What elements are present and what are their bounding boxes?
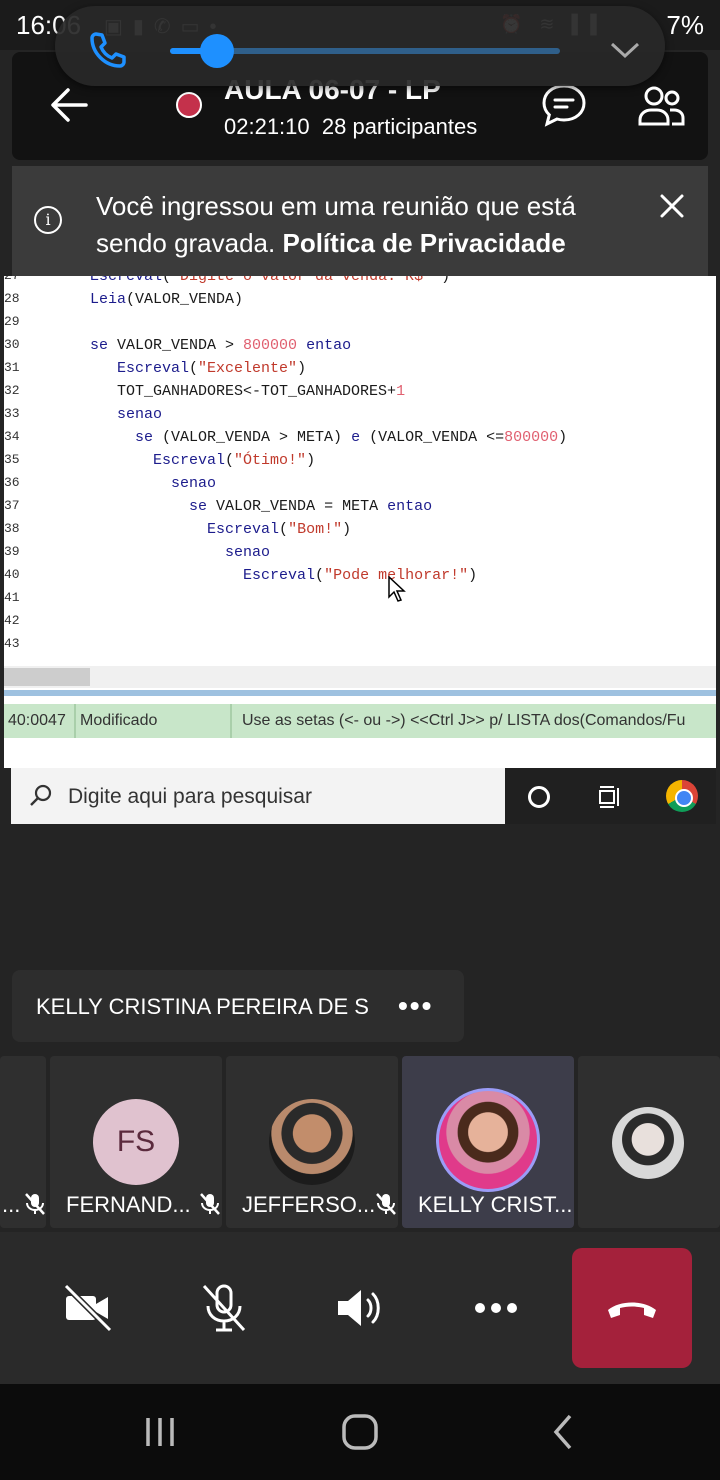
code-text: senao (225, 544, 271, 561)
line-number: 31 (4, 360, 20, 375)
code-text: se VALOR_VENDA > 800000 entao (90, 337, 352, 354)
presenter-name: KELLY CRISTINA PEREIRA DE S (36, 994, 369, 1019)
mic-off-icon (200, 1193, 220, 1215)
back-icon[interactable] (548, 1412, 578, 1452)
back-arrow-icon[interactable] (46, 82, 92, 128)
line-number: 27 (4, 276, 24, 283)
code-text: senao (117, 406, 163, 423)
close-icon[interactable] (656, 190, 688, 222)
mic-off-icon[interactable] (196, 1280, 252, 1336)
code-text: senao (171, 475, 217, 492)
code-text: Escreval("Digite o valor da venda: R$ ") (90, 276, 451, 285)
code-text: Escreval("Bom!") (207, 521, 352, 538)
avatar-initials: FS (93, 1099, 179, 1185)
participants-icon[interactable] (636, 82, 686, 128)
cursor-position: 40:0047 (4, 704, 76, 738)
code-text: Escreval("Pode melhorar!") (243, 567, 478, 584)
line-number: 42 (4, 613, 20, 628)
participant-name: FERNAND... (66, 1192, 191, 1217)
line-number: 37 (4, 498, 20, 513)
battery-level: 7% (666, 10, 704, 40)
speaker-icon[interactable] (332, 1280, 388, 1336)
participant-name: ... (2, 1192, 21, 1217)
scrollbar-thumb[interactable] (4, 668, 90, 686)
line-number: 35 (4, 452, 20, 467)
code-text: se (VALOR_VENDA > META) e (VALOR_VENDA <… (135, 429, 568, 446)
info-icon: i (34, 206, 62, 234)
more-options-icon[interactable]: ••• (398, 990, 433, 1022)
search-placeholder: Digite aqui para pesquisar (68, 785, 312, 808)
editor-hint: Use as setas (<- ou ->) <<Ctrl J>> p/ LI… (242, 712, 686, 729)
avatar-photo (612, 1107, 684, 1179)
code-text: Escreval("Ótimo!") (153, 452, 316, 469)
line-number: 30 (4, 337, 20, 352)
code-text: TOT_GANHADORES<-TOT_GANHADORES+1 (90, 383, 406, 400)
mic-off-icon (25, 1193, 45, 1215)
line-number: 32 (4, 383, 20, 398)
chrome-icon-center (675, 789, 693, 807)
chevron-down-icon[interactable] (608, 38, 642, 62)
more-options-icon[interactable] (468, 1280, 524, 1336)
search-icon (30, 784, 52, 806)
line-number: 36 (4, 475, 20, 490)
line-number: 28 (4, 291, 20, 306)
shared-screen: 27 Escreval("Digite o valor da venda: R$ … (4, 276, 716, 768)
horizontal-scrollbar[interactable] (4, 666, 716, 688)
modified-state: Modificado (76, 704, 232, 738)
line-number: 41 (4, 590, 20, 605)
line-number: 38 (4, 521, 20, 536)
chat-icon[interactable] (540, 82, 588, 128)
avatar-photo (269, 1099, 355, 1185)
avatar-photo-speaking (436, 1088, 540, 1192)
participant-name: JEFFERSO... (242, 1192, 376, 1217)
editor-divider (4, 690, 716, 696)
code-text: Escreval("Excelente") (117, 360, 307, 377)
privacy-policy-link[interactable]: Política de Privacidade (282, 228, 565, 258)
mouse-cursor-icon (388, 576, 406, 602)
task-view-icon[interactable] (596, 784, 622, 810)
recording-indicator-icon (176, 92, 202, 118)
code-text: Leia(VALOR_VENDA) (90, 291, 244, 308)
phone-icon (90, 32, 126, 68)
meeting-duration: 02:21:10 (224, 114, 310, 139)
banner-message: Você ingressou em uma reunião que está s… (96, 188, 646, 262)
line-number: 40 (4, 567, 20, 582)
hang-up-icon (608, 1302, 656, 1318)
line-number: 39 (4, 544, 20, 559)
cortana-icon[interactable] (528, 786, 550, 808)
participant-count: 28 participantes (321, 114, 478, 139)
recent-apps-icon[interactable] (142, 1414, 178, 1450)
line-number: 29 (4, 314, 20, 329)
line-number: 33 (4, 406, 20, 421)
editor-status-bar: 40:0047 Modificado Use as setas (<- ou -… (4, 704, 716, 738)
volume-slider-thumb[interactable] (199, 34, 234, 68)
line-number: 43 (4, 636, 20, 651)
line-number: 34 (4, 429, 20, 444)
mic-off-icon (376, 1193, 396, 1215)
home-icon[interactable] (340, 1412, 380, 1452)
meeting-meta: 02:21:10 28 participantes (224, 114, 477, 140)
code-text: se VALOR_VENDA = META entao (189, 498, 433, 515)
camera-off-icon[interactable] (60, 1280, 116, 1336)
participant-name: KELLY CRIST... (418, 1192, 573, 1217)
call-volume-overlay (55, 6, 665, 86)
